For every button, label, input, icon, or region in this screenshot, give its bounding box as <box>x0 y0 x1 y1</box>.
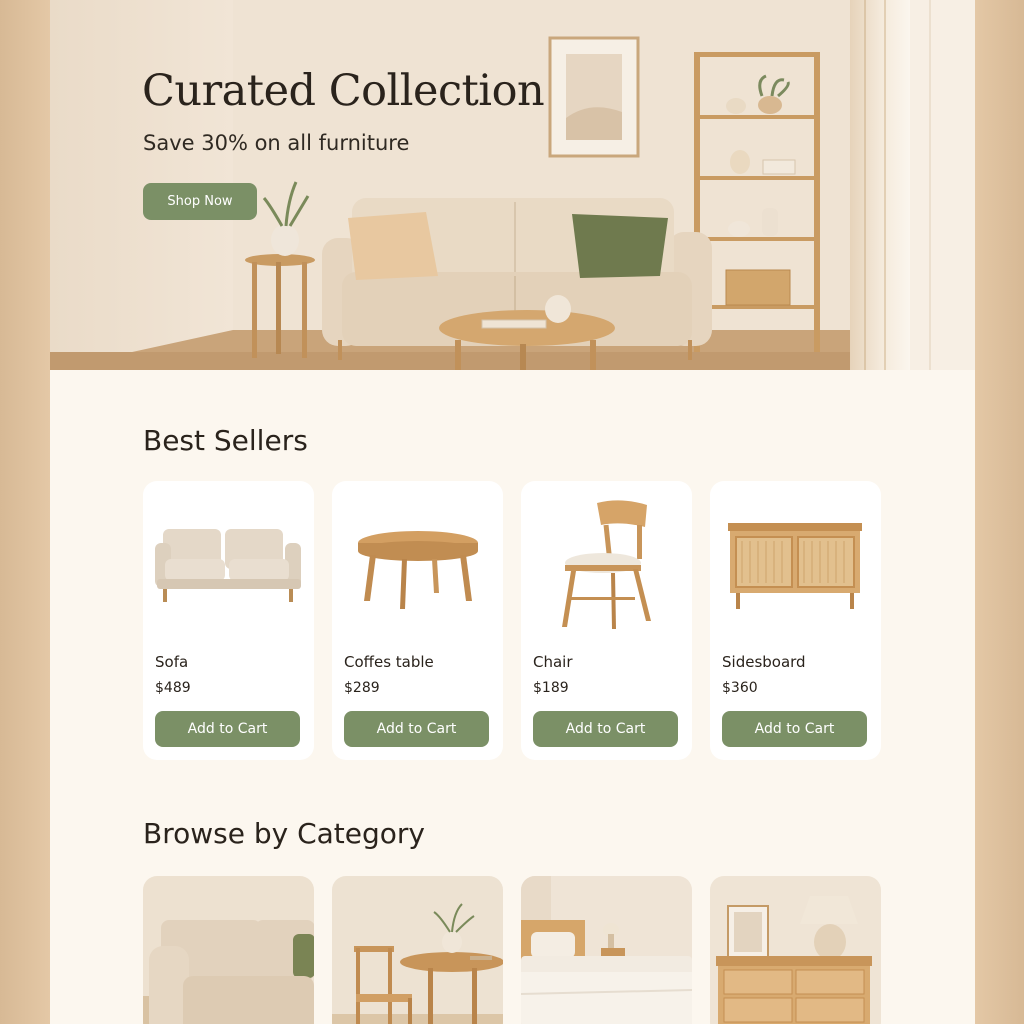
bedroom-category-image <box>521 876 692 1024</box>
best-sellers-heading: Best Sellers <box>143 424 308 457</box>
product-price: $360 <box>722 680 758 696</box>
living-room-category-image <box>143 876 314 1024</box>
product-price: $289 <box>344 680 380 696</box>
category-card-storage[interactable] <box>710 876 881 1024</box>
chair-image <box>562 500 651 629</box>
sofa-image <box>155 529 301 602</box>
category-card-dining[interactable] <box>332 876 503 1024</box>
category-card-bedroom[interactable] <box>521 876 692 1024</box>
product-price: $189 <box>533 680 569 696</box>
sideboard-image <box>728 523 862 609</box>
product-name: Sofa <box>155 653 189 671</box>
add-to-cart-button[interactable]: Add to Cart <box>533 711 678 747</box>
add-to-cart-button[interactable]: Add to Cart <box>722 711 867 747</box>
coffee-table-image <box>358 531 478 609</box>
best-sellers-list: Sofa $489 Add to Cart Coffes table $289 … <box>143 481 883 761</box>
storage-category-image <box>710 876 881 1024</box>
product-name: Coffes table <box>344 653 434 671</box>
browse-by-category-heading: Browse by Category <box>143 817 425 850</box>
product-card-sofa[interactable]: Sofa $489 Add to Cart <box>143 481 314 760</box>
hero-banner: Curated Collection Save 30% on all furni… <box>50 0 975 370</box>
category-list <box>143 876 883 1024</box>
product-card-sideboard[interactable]: Sidesboard $360 Add to Cart <box>710 481 881 760</box>
page: Curated Collection Save 30% on all furni… <box>50 0 975 1024</box>
add-to-cart-button[interactable]: Add to Cart <box>155 711 300 747</box>
dining-category-image <box>332 876 503 1024</box>
product-card-chair[interactable]: Chair $189 Add to Cart <box>521 481 692 760</box>
product-card-coffee-table[interactable]: Coffes table $289 Add to Cart <box>332 481 503 760</box>
hero-title: Curated Collection <box>142 66 545 116</box>
hero-subtitle: Save 30% on all furniture <box>143 131 410 155</box>
product-name: Chair <box>533 653 573 671</box>
category-card-living-room[interactable] <box>143 876 314 1024</box>
shop-now-button[interactable]: Shop Now <box>143 183 257 220</box>
product-price: $489 <box>155 680 191 696</box>
add-to-cart-button[interactable]: Add to Cart <box>344 711 489 747</box>
product-name: Sidesboard <box>722 653 806 671</box>
